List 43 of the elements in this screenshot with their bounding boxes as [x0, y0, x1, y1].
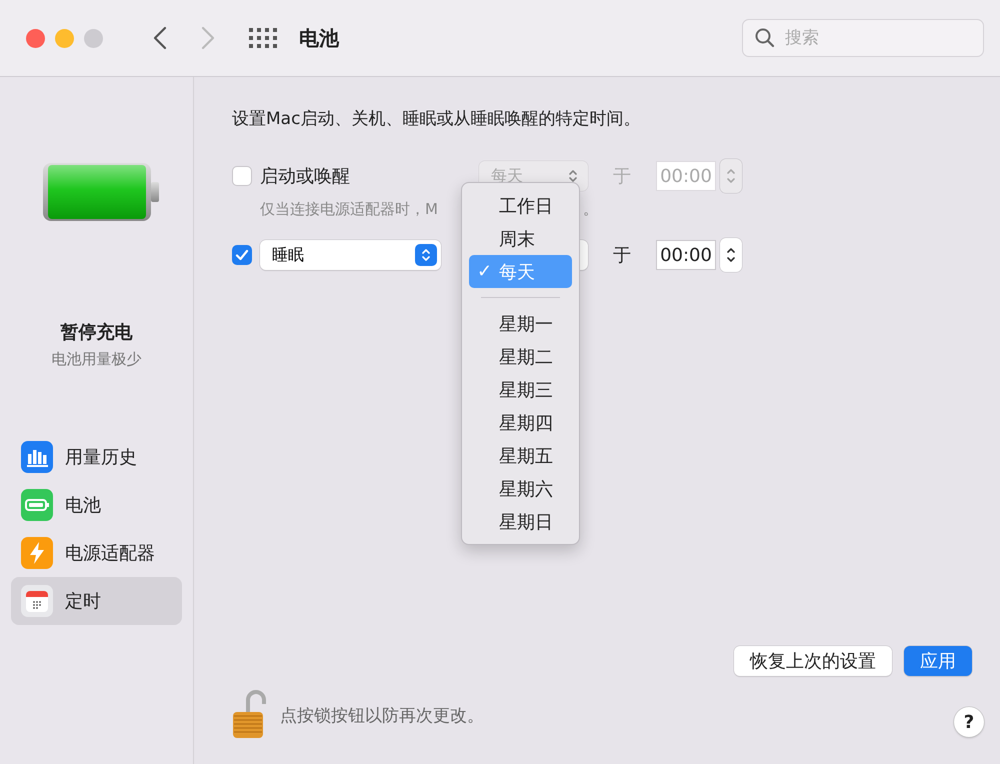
minimize-window-button[interactable]: [55, 28, 74, 48]
chevrons-icon: [415, 244, 437, 266]
lock-hint-text: 点按锁按钮以防再次更改。: [280, 704, 484, 726]
back-icon[interactable]: [153, 26, 167, 50]
menu-item[interactable]: 星期六: [469, 472, 572, 505]
intro-text: 设置Mac启动、关机、睡眠或从睡眠唤醒的特定时间。: [232, 108, 642, 130]
action-popup[interactable]: 睡眠: [260, 240, 441, 270]
unlocked-padlock-icon[interactable]: [232, 690, 266, 740]
checkbox[interactable]: [232, 166, 252, 186]
calendar-icon: [21, 585, 53, 617]
at-label: 于: [613, 165, 631, 188]
checkbox-label: 启动或唤醒: [260, 165, 351, 188]
sidebar-item[interactable]: 定时: [11, 577, 182, 625]
grid-icon[interactable]: [249, 28, 277, 48]
sidebar-item[interactable]: 电池: [11, 481, 182, 529]
sidebar-item[interactable]: 电源适配器: [11, 529, 182, 577]
menu-item[interactable]: 工作日: [469, 189, 572, 222]
window-title: 电池: [299, 24, 339, 52]
battery-usage-text: 电池用量极少: [50, 350, 142, 369]
lightning-icon: [21, 537, 53, 569]
menu-item[interactable]: 星期五: [469, 439, 572, 472]
close-window-button[interactable]: [26, 28, 45, 48]
help-button[interactable]: ?: [954, 707, 984, 737]
sidebar-item[interactable]: 用量历史: [11, 433, 182, 481]
battery-icon: [21, 489, 53, 521]
revert-button[interactable]: 恢复上次的设置: [734, 646, 892, 676]
time-stepper[interactable]: [720, 238, 742, 272]
menu-item[interactable]: 星期二: [469, 340, 572, 373]
checkbox[interactable]: [232, 245, 252, 265]
menu-item[interactable]: 星期日: [469, 505, 572, 538]
menu-item[interactable]: 星期一: [469, 307, 572, 340]
at-label: 于: [613, 244, 631, 267]
menu-item[interactable]: 周末: [469, 222, 572, 255]
hint-text: 仅当连接电源适配器时，M: [260, 200, 438, 219]
checkmark-icon: [235, 248, 249, 262]
menu-item[interactable]: 星期三: [469, 373, 572, 406]
hint-text-end: 。: [582, 200, 598, 219]
charging-status: 暂停充电: [60, 321, 134, 344]
apply-button[interactable]: 应用: [904, 646, 972, 676]
search-field[interactable]: 搜索: [742, 19, 984, 57]
menu-item[interactable]: 星期四: [469, 406, 572, 439]
time-field[interactable]: 00:00: [656, 240, 716, 270]
bar-graph-icon: [21, 441, 53, 473]
